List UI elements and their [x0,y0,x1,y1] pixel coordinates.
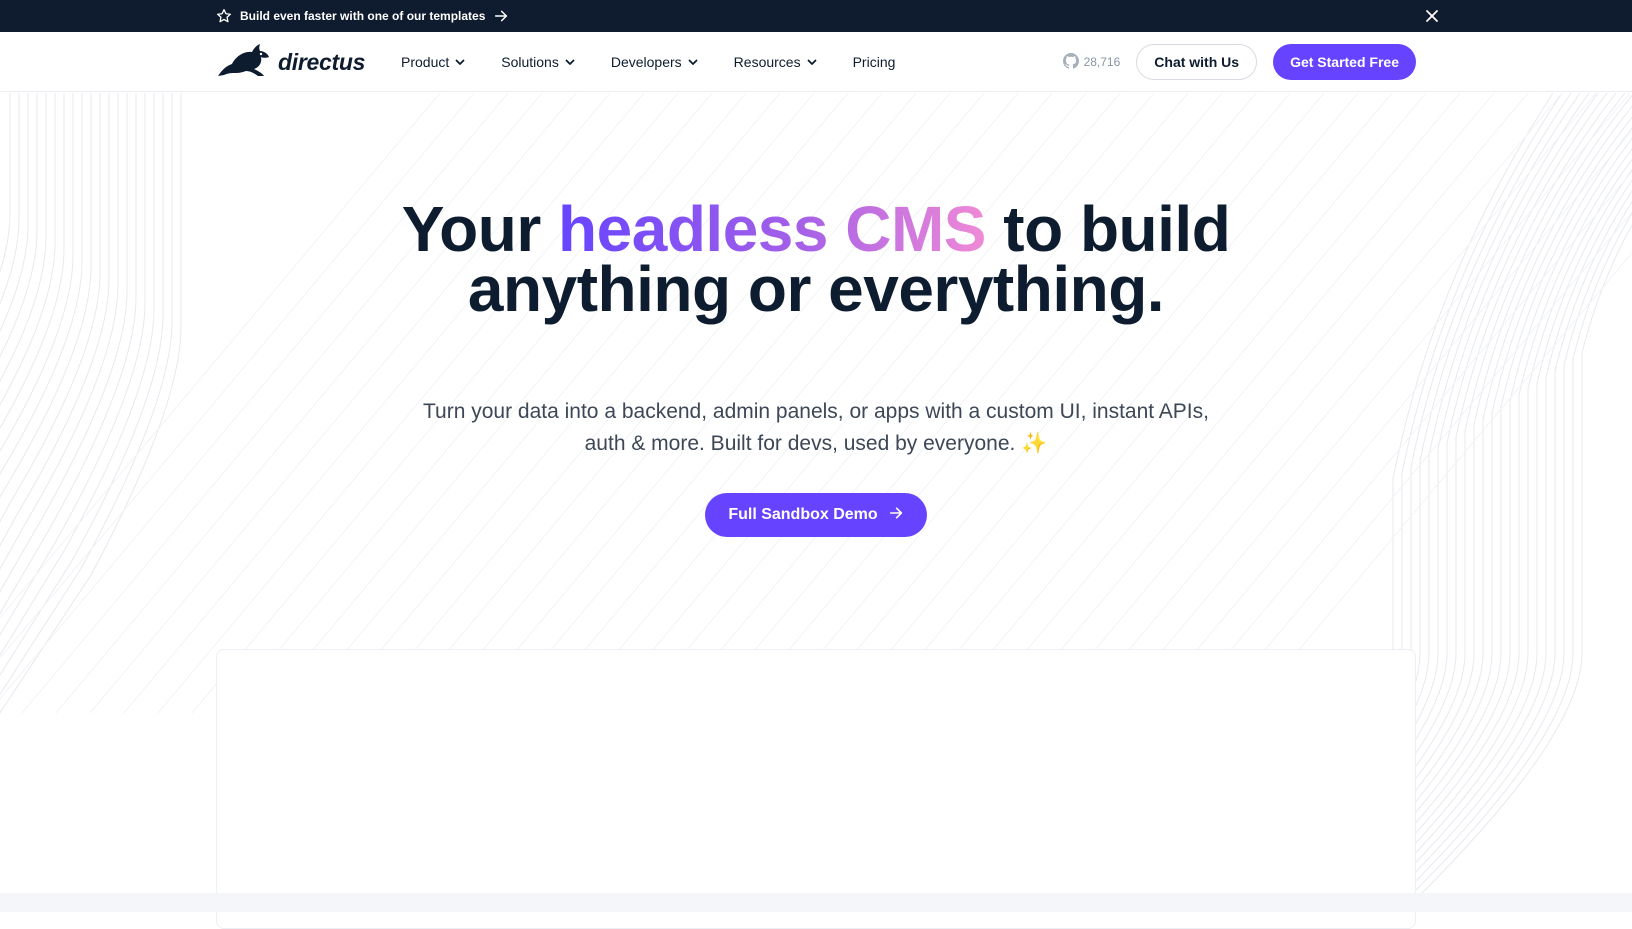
nav-item-label: Solutions [501,54,559,70]
arrow-right-icon [888,505,904,526]
subhead-text: Turn your data into a backend, admin pan… [423,400,1209,455]
github-stars-link[interactable]: 28,716 [1062,52,1121,72]
hero-headline: Your headless CMS to build anything or e… [316,197,1316,321]
chat-with-us-button[interactable]: Chat with Us [1136,44,1258,80]
chevron-down-icon [455,57,465,67]
bottom-band [0,893,1632,912]
nav-item-product[interactable]: Product [401,54,465,70]
logo-wordmark: directus [278,48,366,75]
chevron-down-icon [807,57,817,67]
hero-section: Your headless CMS to build anything or e… [0,93,1632,653]
nav-item-label: Pricing [852,54,896,70]
nav-item-label: Product [401,54,450,70]
product-preview-card [216,649,1416,929]
chevron-down-icon [565,57,575,67]
sparkles-emoji: ✨ [1021,432,1048,455]
announcement-bar: Build even faster with one of our templa… [0,0,1632,32]
chevron-down-icon [688,57,698,67]
cta-label: Full Sandbox Demo [728,506,878,523]
nav-item-pricing[interactable]: Pricing [853,54,896,70]
nav-item-label: Developers [610,54,682,70]
github-star-count: 28,716 [1083,55,1121,69]
announcement-text: Build even faster with one of our templa… [240,9,486,23]
full-sandbox-demo-button[interactable]: Full Sandbox Demo [705,493,927,537]
nav-item-developers[interactable]: Developers [611,54,698,70]
rabbit-logo-icon [216,42,270,83]
nav-actions: 28,716 Chat with Us Get Started Free [1062,32,1416,92]
hero-subheadline: Turn your data into a backend, admin pan… [416,396,1216,460]
nav-menu: Product Solutions Developers Resources P… [401,32,931,92]
star-icon [216,8,232,24]
directus-logo[interactable]: directus [216,42,366,83]
github-icon [1062,52,1079,72]
arrow-right-icon [493,8,509,24]
get-started-button[interactable]: Get Started Free [1273,44,1416,80]
close-icon[interactable] [1422,6,1442,26]
main-navbar: directus Product Solutions Developers Re… [0,32,1632,92]
nav-item-solutions[interactable]: Solutions [501,54,575,70]
nav-item-resources[interactable]: Resources [734,54,817,70]
announcement-link[interactable]: Build even faster with one of our templa… [216,0,509,32]
nav-item-label: Resources [733,54,801,70]
